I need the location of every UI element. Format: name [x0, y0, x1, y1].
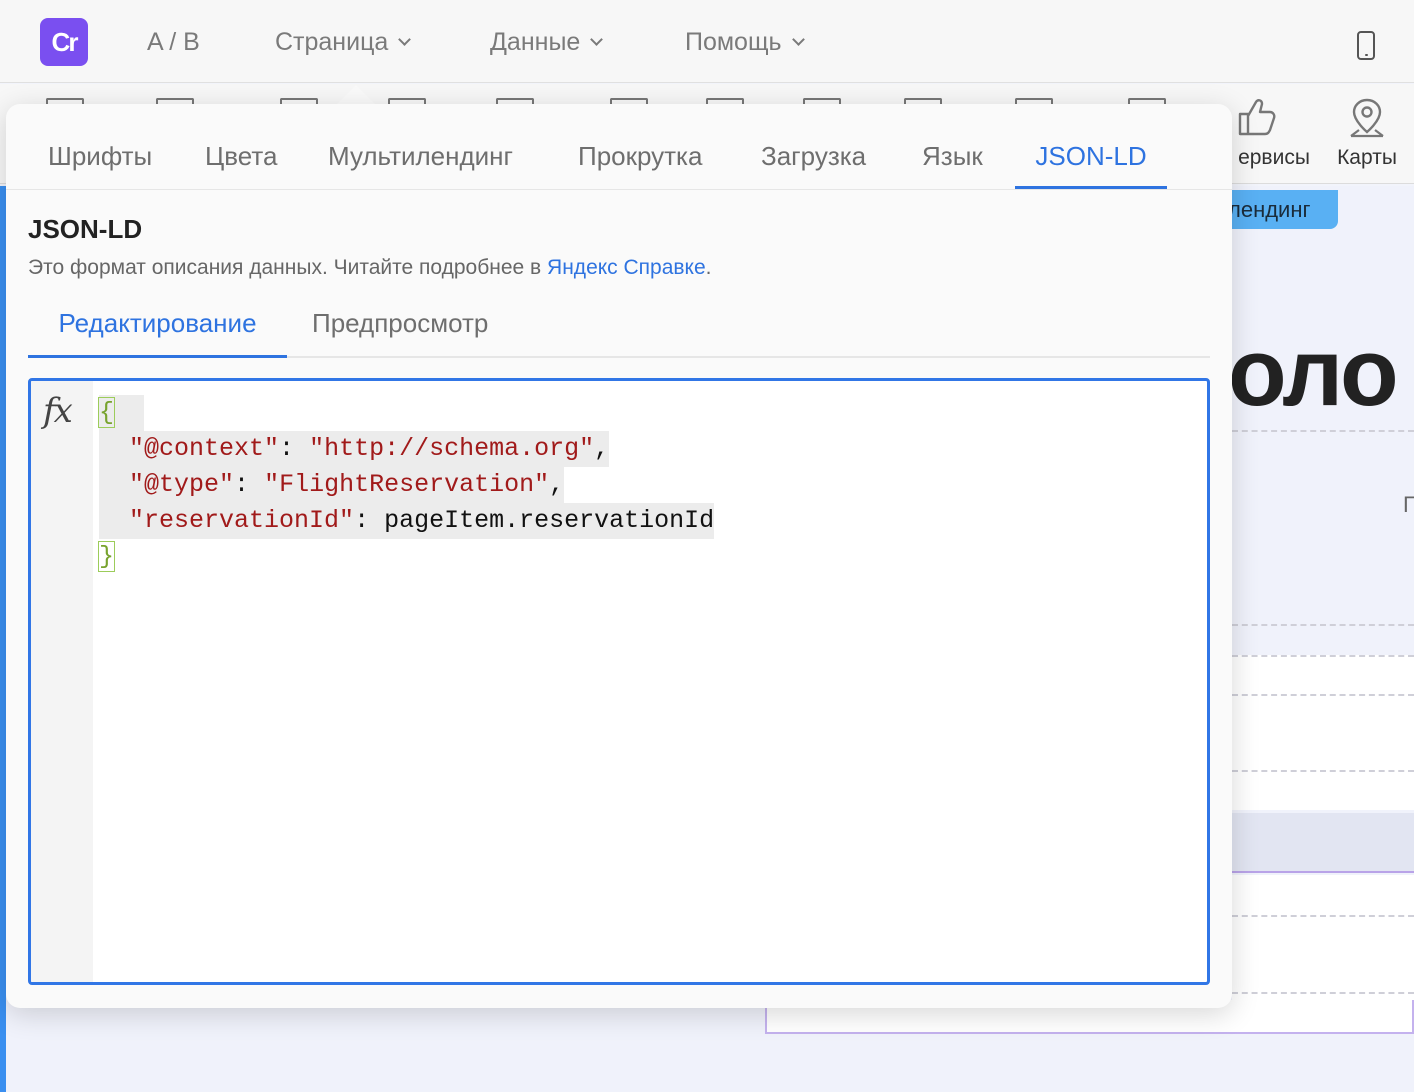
subtab-preview[interactable]: Предпросмотр [312, 300, 488, 358]
section-description: Это формат описания данных. Читайте подр… [28, 256, 712, 280]
toolbar-services-button[interactable]: ервисы [1230, 94, 1310, 174]
editor-gutter: fx [31, 381, 93, 982]
canvas-divider [1232, 992, 1414, 994]
editor-subtabs: Редактирование Предпросмотр [28, 300, 1210, 358]
code-content[interactable]: { "@context": "http://schema.org", "@typ… [97, 395, 715, 575]
tab-fonts[interactable]: Шрифты [48, 137, 152, 189]
canvas-divider [1232, 624, 1414, 626]
chevron-down-icon [791, 33, 805, 46]
code-line: } [97, 539, 714, 575]
yandex-help-link[interactable]: Яндекс Справке [547, 256, 706, 279]
tab-scroll[interactable]: Прокрутка [578, 137, 702, 189]
json-separator: : [354, 506, 385, 535]
canvas-divider [1232, 770, 1414, 772]
description-suffix: . [705, 256, 712, 279]
close-brace: } [97, 541, 116, 572]
canvas-divider [1232, 430, 1414, 432]
chevron-down-icon [398, 33, 412, 46]
section-title: JSON-LD [28, 214, 143, 244]
canvas-heading-text: оло [1228, 319, 1399, 426]
top-bar: Cr A / B Страница Данные Помощь [0, 0, 1414, 83]
tab-language[interactable]: Язык [922, 137, 983, 189]
nav-help-menu[interactable]: Помощь [685, 26, 805, 58]
description-text: Это формат описания данных. Читайте подр… [28, 256, 548, 279]
json-value: "FlightReservation" [264, 470, 550, 499]
subtab-editing[interactable]: Редактирование [28, 300, 287, 358]
function-fx-icon[interactable]: fx [43, 391, 73, 431]
logo-text: Cr [51, 26, 79, 57]
nav-data-menu[interactable]: Данные [490, 26, 604, 58]
mobile-phone-icon[interactable] [1357, 31, 1375, 60]
open-brace: { [97, 397, 116, 428]
json-key: "@type" [129, 470, 235, 499]
json-trail: , [549, 470, 565, 499]
canvas-divider [1232, 655, 1414, 657]
nav-help-label: Помощь [685, 28, 782, 56]
code-line: "@type": "FlightReservation", [99, 467, 714, 503]
nav-ab-test[interactable]: A / B [147, 26, 200, 58]
json-key: "reservationId" [129, 506, 355, 535]
popover-arrow [336, 85, 376, 105]
canvas-divider [1232, 915, 1414, 917]
toolbar-maps-button[interactable]: Карты [1327, 94, 1407, 174]
code-line: "reservationId": pageItem.reservationId [99, 503, 715, 539]
json-trail: , [594, 434, 610, 463]
map-pin-icon [1350, 98, 1384, 138]
json-ld-code-editor[interactable]: fx { "@context": "http://schema.org", "@… [28, 378, 1210, 985]
tab-loading[interactable]: Загрузка [761, 137, 866, 189]
canvas-text-fragment: Г [1403, 492, 1414, 517]
canvas-block [1232, 875, 1414, 1000]
code-line: "@context": "http://schema.org", [99, 431, 714, 467]
settings-popover: Шрифты Цвета Мультилендинг Прокрутка Заг… [6, 104, 1232, 1008]
nav-ab-label: A / B [147, 28, 200, 56]
canvas-block [1232, 655, 1414, 810]
nav-data-label: Данные [490, 28, 581, 56]
json-value: pageItem.reservationId [384, 506, 715, 535]
canvas-tab-label: лендинг [1228, 197, 1311, 222]
thumbs-up-icon [1238, 99, 1276, 136]
json-separator: : [279, 434, 310, 463]
app-logo[interactable]: Cr [40, 18, 88, 66]
chevron-down-icon [590, 33, 604, 46]
canvas-heading: оло [1228, 318, 1399, 428]
tab-json-ld[interactable]: JSON-LD [1015, 137, 1167, 189]
settings-tabs: Шрифты Цвета Мультилендинг Прокрутка Заг… [6, 104, 1232, 190]
canvas-divider [1232, 694, 1414, 696]
json-key: "@context" [129, 434, 280, 463]
nav-page-label: Страница [275, 28, 389, 56]
code-line: { [97, 395, 714, 431]
tab-multilanding[interactable]: Мультилендинг [328, 137, 513, 189]
nav-page-menu[interactable]: Страница [275, 26, 412, 58]
tab-colors[interactable]: Цвета [205, 137, 277, 189]
json-value: "http://schema.org" [309, 434, 595, 463]
toolbar-maps-label: Карты [1337, 146, 1397, 169]
json-separator: : [234, 470, 265, 499]
canvas-selected-block[interactable] [1232, 813, 1414, 873]
